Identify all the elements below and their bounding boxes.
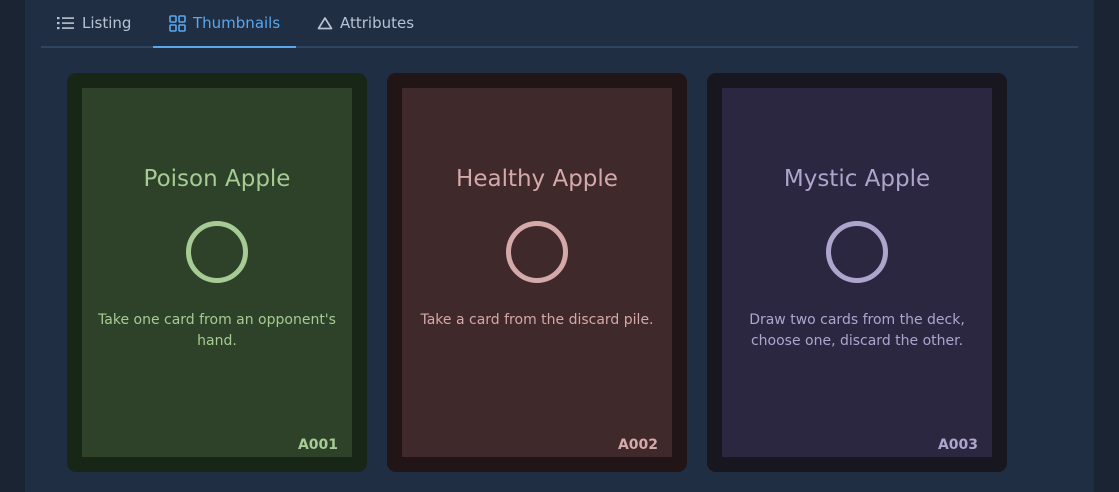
card-thumbnail[interactable]: Healthy Apple Take a card from the disca… <box>387 73 687 472</box>
card-title: Mystic Apple <box>783 166 931 192</box>
content-panel: Listing Thumbnails Attributes Poison App… <box>25 0 1094 492</box>
card-thumbnail[interactable]: Mystic Apple Draw two cards from the dec… <box>707 73 1007 472</box>
tab-attributes[interactable]: Attributes <box>317 0 414 46</box>
view-tabs: Listing Thumbnails Attributes <box>41 0 1078 48</box>
circle-icon <box>826 221 888 283</box>
tab-label: Attributes <box>340 14 415 32</box>
card-face: Mystic Apple Draw two cards from the dec… <box>722 88 992 457</box>
card-code: A001 <box>297 437 338 453</box>
triangle-icon <box>317 17 333 30</box>
tab-label: Thumbnails <box>193 14 281 32</box>
grid-icon <box>169 14 186 32</box>
tab-label: Listing <box>82 14 132 32</box>
circle-icon <box>186 221 248 283</box>
card-description: Draw two cards from the deck, choose one… <box>749 312 965 349</box>
tab-thumbnails[interactable]: Thumbnails <box>153 0 297 48</box>
card-code: A002 <box>617 437 658 453</box>
circle-icon <box>506 221 568 283</box>
card-title: Poison Apple <box>143 166 291 192</box>
card-face: Healthy Apple Take a card from the disca… <box>402 88 672 457</box>
card-description: Take a card from the discard pile. <box>420 312 654 328</box>
card-code: A003 <box>937 437 978 453</box>
list-icon <box>57 17 74 30</box>
tab-listing[interactable]: Listing <box>57 0 131 46</box>
card-thumbnail[interactable]: Poison Apple Take one card from an oppon… <box>67 73 367 472</box>
card-title: Healthy Apple <box>456 166 618 192</box>
card-face: Poison Apple Take one card from an oppon… <box>82 88 352 457</box>
card-description: Take one card from an opponent's hand. <box>98 312 336 349</box>
